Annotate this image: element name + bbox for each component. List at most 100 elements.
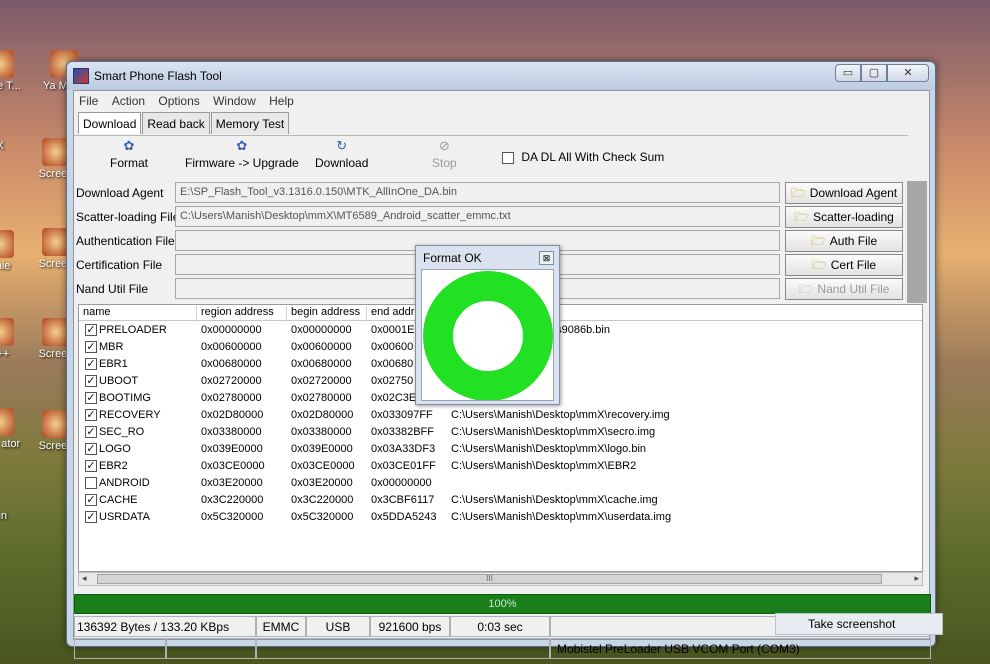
- flash-tool-icon: [73, 68, 89, 84]
- nand-util-file-button[interactable]: 🗁 Nand Util File: [785, 278, 903, 300]
- partition-name: PRELOADER: [99, 324, 167, 336]
- scroll-grip: III: [486, 574, 493, 583]
- scroll-right-icon[interactable]: ▸: [914, 573, 919, 584]
- partition-name: ANDROID: [99, 477, 150, 489]
- end-address: 0x00000000: [371, 477, 432, 489]
- partition-checkbox[interactable]: ✓: [85, 375, 97, 387]
- app-icon: [0, 318, 14, 346]
- tab-download[interactable]: Download: [78, 112, 142, 134]
- download-agent-button[interactable]: 🗁 Download Agent: [785, 182, 903, 204]
- begin-address: 0x02720000: [291, 375, 352, 387]
- status-time: 0:03 sec: [450, 616, 550, 637]
- menu-options[interactable]: Options: [153, 91, 204, 111]
- column-header-region[interactable]: region address: [197, 306, 287, 321]
- scroll-thumb[interactable]: III: [97, 574, 882, 584]
- partition-checkbox[interactable]: ✓: [85, 409, 97, 421]
- dialog-close-button[interactable]: ⊠: [539, 251, 554, 265]
- partition-name: EBR2: [99, 460, 128, 472]
- file-location: C:\Users\Manish\Desktop\mmX\secro.img: [451, 426, 656, 438]
- desktop-icon-label: d++: [0, 348, 10, 360]
- table-row[interactable]: ✓ USRDATA 0x5C320000 0x5C320000 0x5DDA5243 C:…: [79, 509, 922, 526]
- status-throughput: 136392 Bytes / 133.20 KBps: [74, 616, 256, 637]
- partition-name: UBOOT: [99, 375, 139, 387]
- cert-file-button[interactable]: 🗁 Cert File: [785, 254, 903, 276]
- format-icon: ✿: [123, 138, 135, 153]
- scatter-loading-button[interactable]: 🗁 Scatter-loading: [785, 206, 903, 228]
- partition-checkbox[interactable]: ✓: [85, 460, 97, 472]
- checksum-checkbox[interactable]: DA DL All With Check Sum: [502, 150, 664, 164]
- menu-help[interactable]: Help: [264, 91, 299, 111]
- table-row[interactable]: ✓ SEC_RO 0x03380000 0x03380000 0x03382BFF C:\…: [79, 424, 922, 441]
- auth-file-button[interactable]: 🗁 Auth File: [785, 230, 903, 252]
- end-address: 0x00680: [371, 358, 414, 370]
- table-row[interactable]: ✓ RECOVERY 0x02D80000 0x02D80000 0x033097FF C…: [79, 407, 922, 424]
- end-address: 0x03A33DF3: [371, 443, 436, 455]
- table-row[interactable]: ✓ CACHE 0x3C220000 0x3C220000 0x3CBF6117 C:\U…: [79, 492, 922, 509]
- region-address: 0x02D80000: [201, 409, 264, 421]
- checkbox-box[interactable]: [502, 151, 514, 164]
- end-address: 0x0001E: [371, 324, 415, 336]
- partition-checkbox[interactable]: ✓: [85, 324, 97, 336]
- region-address: 0x02780000: [201, 392, 262, 404]
- partition-checkbox[interactable]: ✓: [85, 426, 97, 438]
- partition-name: EBR1: [99, 358, 128, 370]
- download-button[interactable]: ↻ Download: [315, 139, 368, 171]
- close-button[interactable]: ✕: [887, 64, 929, 82]
- status-blank: [166, 638, 256, 659]
- desktop-icon[interactable]: oid e T...: [0, 50, 30, 92]
- download-agent-input[interactable]: E:\SP_Flash_Tool_v3.1316.0.150\MTK_AllIn…: [175, 182, 780, 203]
- menu-bar: File Action Options Window Help: [74, 91, 929, 111]
- menu-action[interactable]: Action: [107, 91, 150, 111]
- toolbar: ✿ Format ✿ Firmware -> Upgrade ↻ Downloa…: [74, 135, 908, 181]
- region-address: 0x00000000: [201, 324, 262, 336]
- window-title: Smart Phone Flash Tool: [94, 69, 222, 83]
- format-button[interactable]: ✿ Format: [110, 138, 148, 171]
- horizontal-scrollbar[interactable]: ◂ III ▸: [78, 572, 923, 586]
- take-screenshot-tooltip[interactable]: Take screenshot: [775, 613, 943, 635]
- begin-address: 0x00680000: [291, 358, 352, 370]
- partition-checkbox[interactable]: ✓: [85, 392, 97, 404]
- partition-checkbox[interactable]: ✓: [85, 511, 97, 523]
- nand-util-file-button-label: Nand Util File: [817, 282, 890, 296]
- begin-address: 0x3C220000: [291, 494, 354, 506]
- region-address: 0x00680000: [201, 358, 262, 370]
- region-address: 0x3C220000: [201, 494, 264, 506]
- partition-checkbox[interactable]: [85, 477, 97, 489]
- begin-address: 0x02780000: [291, 392, 352, 404]
- status-connection: USB: [306, 616, 370, 637]
- menu-window[interactable]: Window: [208, 91, 261, 111]
- scatter-input[interactable]: C:\Users\Manish\Desktop\mmX\MT6589_Andro…: [175, 206, 780, 227]
- partition-checkbox[interactable]: ✓: [85, 341, 97, 353]
- table-row[interactable]: ✓ LOGO 0x039E0000 0x039E0000 0x03A33DF3 C:\Us…: [79, 441, 922, 458]
- table-row[interactable]: ANDROID 0x03E20000 0x03E20000 0x00000000: [79, 475, 922, 492]
- folder-icon: 🗁: [794, 210, 810, 224]
- firmware-upgrade-button[interactable]: ✿ Firmware -> Upgrade: [185, 139, 299, 171]
- desktop-icon-label: X: [0, 140, 4, 152]
- tab-read-back[interactable]: Read back: [142, 112, 210, 134]
- menu-file[interactable]: File: [74, 91, 103, 111]
- scroll-left-icon[interactable]: ◂: [82, 573, 87, 584]
- maximize-button[interactable]: ▢: [861, 64, 887, 82]
- stop-button[interactable]: ⊘ Stop: [432, 139, 457, 171]
- column-header-begin[interactable]: begin address: [287, 306, 367, 321]
- title-bar[interactable]: Smart Phone Flash Tool ▭ ▢ ✕: [67, 62, 935, 90]
- status-baud: 921600 bps: [370, 616, 450, 637]
- begin-address: 0x03380000: [291, 426, 352, 438]
- auth-file-button-label: Auth File: [829, 234, 878, 248]
- app-icon: [0, 50, 14, 78]
- auth-label: Authentication File: [76, 234, 175, 248]
- success-ring-icon: [423, 271, 553, 401]
- begin-address: 0x5C320000: [291, 511, 354, 523]
- scatter-loading-button-label: Scatter-loading: [813, 210, 894, 224]
- partition-checkbox[interactable]: ✓: [85, 358, 97, 370]
- minimize-button[interactable]: ▭: [835, 64, 861, 82]
- partition-checkbox[interactable]: ✓: [85, 494, 97, 506]
- table-row[interactable]: ✓ EBR2 0x03CE0000 0x03CE0000 0x03CE01FF C:\Us…: [79, 458, 922, 475]
- region-address: 0x00600000: [201, 341, 262, 353]
- tab-memory-test[interactable]: Memory Test: [210, 112, 290, 134]
- end-address: 0x02750: [371, 375, 414, 387]
- column-header-name[interactable]: name: [79, 306, 197, 321]
- desktop-icon[interactable]: vin: [0, 510, 30, 522]
- file-location: C:\Users\Manish\Desktop\mmX\logo.bin: [451, 443, 647, 455]
- partition-checkbox[interactable]: ✓: [85, 443, 97, 455]
